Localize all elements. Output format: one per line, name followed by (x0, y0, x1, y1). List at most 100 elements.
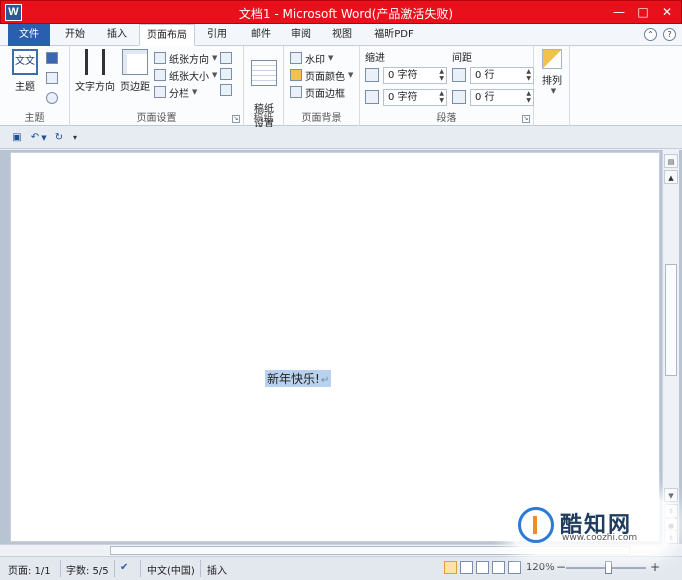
chevron-down-icon[interactable]: ▼ (40, 131, 48, 145)
chevron-down-icon: ▼ (192, 88, 198, 96)
watermark-label: 水印 (305, 54, 325, 66)
document-text[interactable]: 新年快乐!↵ (265, 370, 332, 387)
coozhi-logo-icon (518, 507, 554, 543)
indent-right-icon (365, 90, 379, 104)
indent-right-field[interactable]: 0 字符 ▲ ▼ (365, 88, 447, 106)
page-setup-group: 文字方向 页边距 纸张方向 ▼ 纸张大小 ▼ 分栏 ▼ 页面设置 ↘ (70, 46, 244, 126)
chevron-down-icon: ▼ (550, 87, 557, 95)
page-color-button[interactable]: 页面颜色 ▼ (290, 67, 353, 83)
theme-fonts-icon[interactable] (46, 72, 58, 84)
theme-label: 主题 (15, 82, 35, 93)
orientation-button[interactable]: 纸张方向 ▼ (154, 50, 217, 66)
tab-references[interactable]: 引用 (200, 24, 234, 46)
page-background-group: 水印 ▼ 页面颜色 ▼ 页面边框 页面背景 (284, 46, 360, 126)
draft-view-icon[interactable] (508, 561, 521, 574)
arrange-button[interactable]: 排列 ▼ (538, 49, 566, 95)
minimize-button[interactable]: — (607, 2, 631, 22)
tab-file[interactable]: 文件 (8, 24, 50, 46)
paragraph-group-label: 段落 (436, 113, 457, 124)
web-layout-icon[interactable] (476, 561, 489, 574)
customize-qat-icon[interactable]: ▾ (70, 131, 80, 145)
divider (200, 560, 201, 577)
page[interactable]: 新年快乐!↵ (10, 152, 660, 542)
theme-effects-icon[interactable] (46, 92, 58, 104)
title-bar: W 文档1 - Microsoft Word(产品激活失败) — □ ✕ (0, 0, 682, 24)
tab-home[interactable]: 开始 (58, 24, 92, 46)
save-icon[interactable]: ▣ (10, 131, 24, 145)
indent-left-value[interactable]: 0 字符 (388, 70, 418, 81)
window-title: 文档1 - Microsoft Word(产品激活失败) (238, 7, 454, 21)
print-layout-icon[interactable] (444, 561, 457, 574)
draft-paper-icon (251, 60, 277, 86)
redo-icon[interactable]: ↻ (52, 131, 66, 145)
chevron-down-icon: ▼ (212, 71, 218, 79)
zoom-out-icon[interactable]: − (556, 560, 566, 574)
arrange-group: 排列 ▼ (534, 46, 570, 126)
site-watermark: 酷知网 www.coozhi.com (508, 495, 676, 555)
tab-mailings[interactable]: 邮件 (244, 24, 278, 46)
spinner-icon[interactable]: ▲ ▼ (526, 90, 531, 104)
word-count[interactable]: 字数: 5/5 (66, 562, 109, 577)
vertical-scrollbar[interactable]: ▤ ▲ ▼ ⇞ ● ⇟ (662, 150, 679, 544)
tab-view[interactable]: 视图 (325, 24, 359, 46)
indent-right-value[interactable]: 0 字符 (388, 92, 418, 103)
watermark-button[interactable]: 水印 ▼ (290, 50, 333, 66)
spinner-icon[interactable]: ▲ ▼ (439, 68, 444, 82)
ribbon-tabs: 文件 开始 插入 页面布局 引用 邮件 审阅 视图 福昕PDF ⌃ ? (0, 24, 682, 46)
theme-colors-icon[interactable] (46, 52, 58, 64)
spacing-before-field[interactable]: 0 行 ▲ ▼ (452, 66, 534, 84)
indent-label: 缩进 (365, 53, 385, 64)
spacing-before-value[interactable]: 0 行 (475, 70, 495, 81)
tab-foxit-pdf[interactable]: 福昕PDF (366, 24, 422, 46)
ruler-toggle-icon[interactable]: ▤ (664, 154, 678, 168)
scroll-thumb[interactable] (665, 264, 677, 376)
outline-icon[interactable] (492, 561, 505, 574)
close-button[interactable]: ✕ (655, 2, 679, 22)
proofing-icon[interactable]: ✔ (120, 562, 128, 573)
zoom-in-icon[interactable]: + (650, 560, 660, 574)
columns-button[interactable]: 分栏 ▼ (154, 84, 197, 100)
divider (60, 560, 61, 577)
word-app-icon[interactable]: W (5, 4, 22, 21)
spinner-icon[interactable]: ▲ ▼ (526, 68, 531, 82)
text-direction-button[interactable]: 文字方向 (74, 49, 116, 93)
maximize-button[interactable]: □ (631, 2, 655, 22)
chevron-down-icon: ▼ (212, 54, 218, 62)
theme-button[interactable]: 文文 主题 (8, 49, 42, 93)
tab-insert[interactable]: 插入 (100, 24, 134, 46)
line-numbers-icon[interactable] (220, 68, 232, 80)
spinner-icon[interactable]: ▲ ▼ (439, 90, 444, 104)
zoom-level[interactable]: 120% (526, 562, 555, 573)
page-count[interactable]: 页面: 1/1 (8, 562, 51, 577)
page-setup-launcher-icon[interactable]: ↘ (232, 115, 240, 123)
spacing-after-field[interactable]: 0 行 ▲ ▼ (452, 88, 534, 106)
selected-text[interactable]: 新年快乐! (267, 372, 320, 386)
scroll-up-icon[interactable]: ▲ (664, 170, 678, 184)
collapse-ribbon-icon[interactable]: ⌃ (644, 28, 657, 41)
paragraph-launcher-icon[interactable]: ↘ (522, 115, 530, 123)
language[interactable]: 中文(中国) (147, 562, 195, 577)
text-direction-icon (85, 49, 105, 75)
zoom-slider-thumb[interactable] (605, 561, 612, 574)
size-label: 纸张大小 (169, 71, 209, 83)
divider (114, 560, 115, 577)
orientation-icon (154, 52, 166, 64)
chevron-down-icon: ▼ (348, 71, 354, 79)
size-button[interactable]: 纸张大小 ▼ (154, 67, 217, 83)
scroll-down-icon[interactable]: ▼ (664, 488, 678, 502)
tab-page-layout[interactable]: 页面布局 (139, 24, 195, 46)
help-icon[interactable]: ? (663, 28, 676, 41)
theme-icon: 文文 (12, 49, 38, 75)
full-screen-reading-icon[interactable] (460, 561, 473, 574)
indent-left-field[interactable]: 0 字符 ▲ ▼ (365, 66, 447, 84)
hyphenation-icon[interactable] (220, 84, 232, 96)
insert-mode[interactable]: 插入 (207, 562, 227, 577)
columns-icon (154, 86, 166, 98)
page-borders-button[interactable]: 页面边框 (290, 84, 345, 100)
chevron-down-icon: ▼ (328, 54, 334, 62)
breaks-icon[interactable] (220, 52, 232, 64)
spacing-label: 间距 (452, 53, 472, 64)
tab-review[interactable]: 审阅 (284, 24, 318, 46)
spacing-after-value[interactable]: 0 行 (475, 92, 495, 103)
margins-button[interactable]: 页边距 (118, 49, 152, 93)
